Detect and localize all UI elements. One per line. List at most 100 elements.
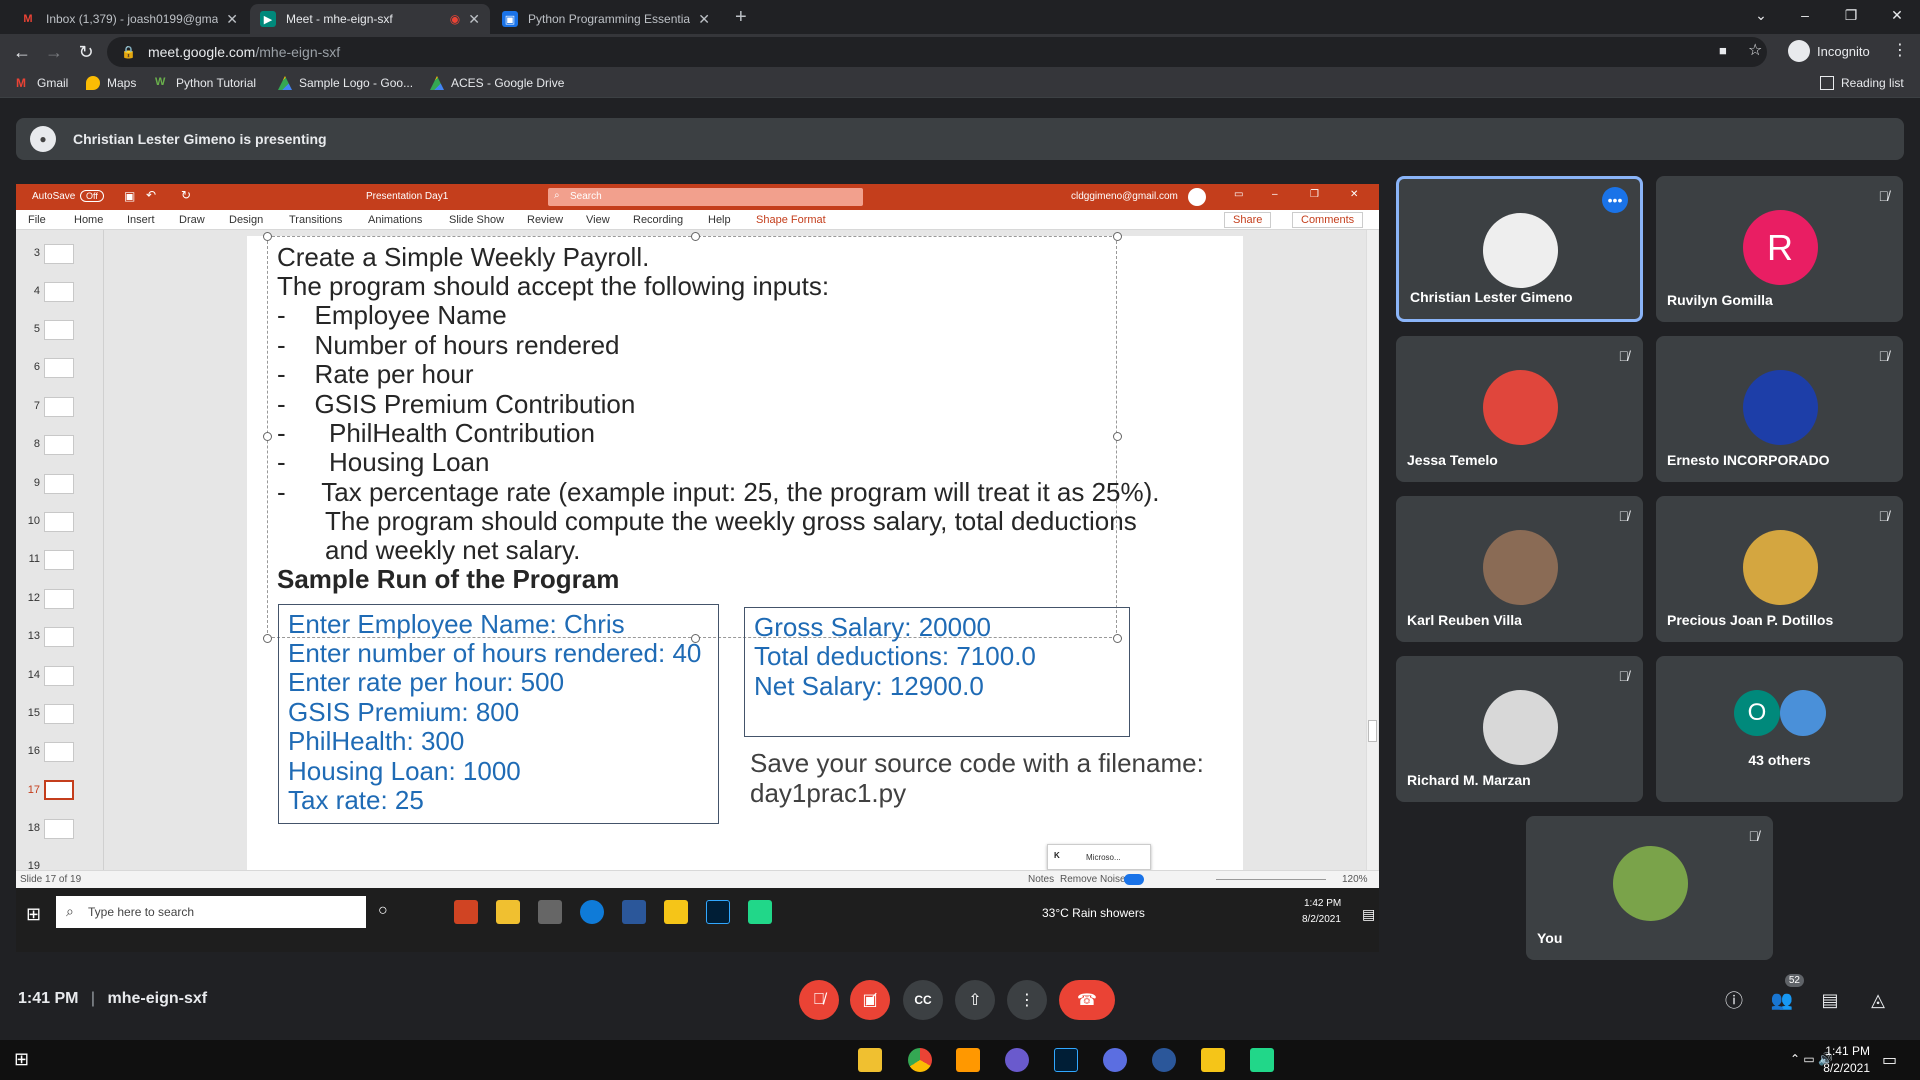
tab-classroom[interactable]: ▣ Python Programming Essential C ✕ bbox=[492, 4, 720, 34]
notes-button[interactable]: Notes bbox=[1028, 874, 1054, 885]
minimize-button[interactable]: – bbox=[1272, 189, 1278, 200]
ribbon-display-icon[interactable]: ▭ bbox=[1234, 189, 1243, 200]
pycharm-icon[interactable] bbox=[748, 900, 772, 924]
ribbon-tab-insert[interactable]: Insert bbox=[127, 214, 155, 226]
document-title[interactable]: Presentation Day1 bbox=[366, 191, 448, 202]
vertical-scrollbar[interactable] bbox=[1366, 230, 1378, 870]
menu-kebab-icon[interactable]: ⋮ bbox=[1892, 40, 1908, 60]
people-button[interactable]: 👥 52 bbox=[1768, 974, 1804, 1014]
redo-icon[interactable]: ↻ bbox=[181, 188, 191, 202]
notifications-icon[interactable]: ▤ bbox=[1362, 906, 1375, 923]
remove-noise-toggle[interactable] bbox=[1124, 874, 1144, 885]
slide-thumbnail[interactable] bbox=[44, 397, 74, 417]
tab-search-icon[interactable]: ⌄ bbox=[1738, 0, 1784, 30]
sticky-notes-icon[interactable] bbox=[1201, 1048, 1225, 1072]
activities-button[interactable]: ◬ bbox=[1864, 986, 1892, 1014]
chrome-icon[interactable] bbox=[908, 1048, 932, 1072]
eclipse-icon[interactable] bbox=[1005, 1048, 1029, 1072]
captions-button[interactable]: CC bbox=[903, 980, 943, 1020]
slide-thumbnail[interactable] bbox=[44, 474, 74, 494]
close-tab-icon[interactable]: ✕ bbox=[226, 11, 238, 28]
slide-thumbnail[interactable] bbox=[44, 512, 74, 532]
resize-handle[interactable] bbox=[263, 432, 272, 441]
tab-gmail[interactable]: M Inbox (1,379) - joash0199@gmail ✕ bbox=[10, 4, 248, 34]
address-bar[interactable]: 🔒 meet.google.com/mhe-eign-sxf bbox=[107, 37, 1767, 67]
app-icon[interactable] bbox=[1103, 1048, 1127, 1072]
word-icon[interactable] bbox=[1152, 1048, 1176, 1072]
photoshop-icon[interactable] bbox=[1054, 1048, 1078, 1072]
ppt-search-box[interactable]: ⌕ Search bbox=[548, 188, 863, 206]
ribbon-tab-review[interactable]: Review bbox=[527, 214, 563, 226]
windows-start-icon[interactable]: ⊞ bbox=[26, 904, 41, 925]
windows-start-icon[interactable]: ⊞ bbox=[14, 1049, 29, 1070]
sublime-icon[interactable] bbox=[956, 1048, 980, 1072]
ribbon-tab-recording[interactable]: Recording bbox=[633, 214, 683, 226]
slide-canvas[interactable]: Create a Simple Weekly Payroll. The prog… bbox=[247, 232, 1243, 870]
close-tab-icon[interactable]: ✕ bbox=[698, 11, 710, 28]
leave-call-button[interactable]: ☎ bbox=[1059, 980, 1115, 1020]
taskbar-search-box[interactable]: ⌕ Type here to search bbox=[56, 896, 366, 928]
slide-thumbnail[interactable] bbox=[44, 550, 74, 570]
new-tab-button[interactable]: + bbox=[735, 6, 747, 29]
ribbon-tab-design[interactable]: Design bbox=[229, 214, 263, 226]
autosave-toggle[interactable]: Off bbox=[80, 190, 104, 202]
slide-thumbnail[interactable] bbox=[44, 742, 74, 762]
close-window-button[interactable]: ✕ bbox=[1874, 0, 1920, 30]
participant-tile-others[interactable]: O 43 others bbox=[1656, 656, 1903, 802]
ribbon-tab-file[interactable]: File bbox=[28, 214, 46, 226]
action-center-icon[interactable]: ▭ bbox=[1882, 1050, 1897, 1070]
bookmark-maps[interactable]: Maps bbox=[86, 76, 136, 90]
restore-button[interactable]: ❐ bbox=[1310, 189, 1319, 200]
sticky-notes-icon[interactable] bbox=[664, 900, 688, 924]
pycharm-icon[interactable] bbox=[1250, 1048, 1274, 1072]
account-avatar[interactable] bbox=[1188, 188, 1206, 206]
participant-tile-you[interactable]: 🎙̸ You bbox=[1526, 816, 1773, 960]
share-button[interactable]: Share bbox=[1224, 212, 1272, 228]
more-options-button[interactable]: ⋮ bbox=[1007, 980, 1047, 1020]
bookmark-sample-logo[interactable]: Sample Logo - Goo... bbox=[278, 76, 413, 90]
tab-meet[interactable]: ▶ Meet - mhe-eign-sxf ◉ ✕ bbox=[250, 4, 490, 34]
resize-handle[interactable] bbox=[263, 634, 272, 643]
microphone-off-button[interactable]: 🎙̸ bbox=[799, 980, 839, 1020]
back-button[interactable]: ← bbox=[10, 40, 34, 64]
close-tab-icon[interactable]: ✕ bbox=[468, 11, 480, 28]
resize-handle[interactable] bbox=[691, 232, 700, 241]
meeting-info-button[interactable]: ⓘ bbox=[1720, 986, 1748, 1014]
save-icon[interactable]: ▣ bbox=[124, 189, 135, 203]
slide-thumbnail[interactable] bbox=[44, 282, 74, 302]
resize-handle[interactable] bbox=[1113, 232, 1122, 241]
ribbon-tab-slide-show[interactable]: Slide Show bbox=[449, 214, 504, 226]
participant-tile-ernesto[interactable]: 🎙̸ Ernesto INCORPORADO bbox=[1656, 336, 1903, 482]
slide-thumbnail[interactable] bbox=[44, 666, 74, 686]
scroll-thumb[interactable] bbox=[1368, 720, 1377, 742]
more-options-icon[interactable]: ••• bbox=[1602, 187, 1628, 213]
slide-thumbnail[interactable] bbox=[44, 435, 74, 455]
camera-in-use-icon[interactable]: ■ bbox=[1719, 43, 1727, 58]
edge-icon[interactable] bbox=[580, 900, 604, 924]
minimize-button[interactable]: – bbox=[1782, 0, 1828, 30]
zoom-slider[interactable] bbox=[1216, 879, 1326, 880]
participant-tile-ruvilyn[interactable]: R 🎙̸ Ruvilyn Gomilla bbox=[1656, 176, 1903, 322]
undo-icon[interactable]: ↶ bbox=[146, 188, 156, 202]
ribbon-tab-help[interactable]: Help bbox=[708, 214, 731, 226]
slide-thumbnail[interactable] bbox=[44, 819, 74, 839]
comments-button[interactable]: Comments bbox=[1292, 212, 1364, 228]
slide-thumbnail[interactable] bbox=[44, 244, 74, 264]
photoshop-icon[interactable] bbox=[706, 900, 730, 924]
ribbon-tab-view[interactable]: View bbox=[586, 214, 610, 226]
powerpoint-icon[interactable] bbox=[454, 900, 478, 924]
forward-button[interactable]: → bbox=[42, 40, 66, 64]
camera-off-button[interactable]: ▣̸ bbox=[850, 980, 890, 1020]
cortana-icon[interactable]: ○ bbox=[378, 902, 388, 920]
incognito-badge[interactable]: Incognito bbox=[1788, 40, 1870, 62]
bookmark-gmail[interactable]: M Gmail bbox=[16, 76, 68, 90]
ribbon-tab-home[interactable]: Home bbox=[74, 214, 103, 226]
close-button[interactable]: ✕ bbox=[1350, 189, 1358, 200]
resize-handle[interactable] bbox=[1113, 432, 1122, 441]
file-explorer-icon[interactable] bbox=[858, 1048, 882, 1072]
app-icon[interactable] bbox=[538, 900, 562, 924]
slide-thumbnail-selected[interactable] bbox=[44, 780, 74, 800]
chat-button[interactable]: ▤ bbox=[1816, 986, 1844, 1014]
participant-tile-jessa[interactable]: 🎙̸ Jessa Temelo bbox=[1396, 336, 1643, 482]
participant-tile-precious[interactable]: 🎙̸ Precious Joan P. Dotillos bbox=[1656, 496, 1903, 642]
